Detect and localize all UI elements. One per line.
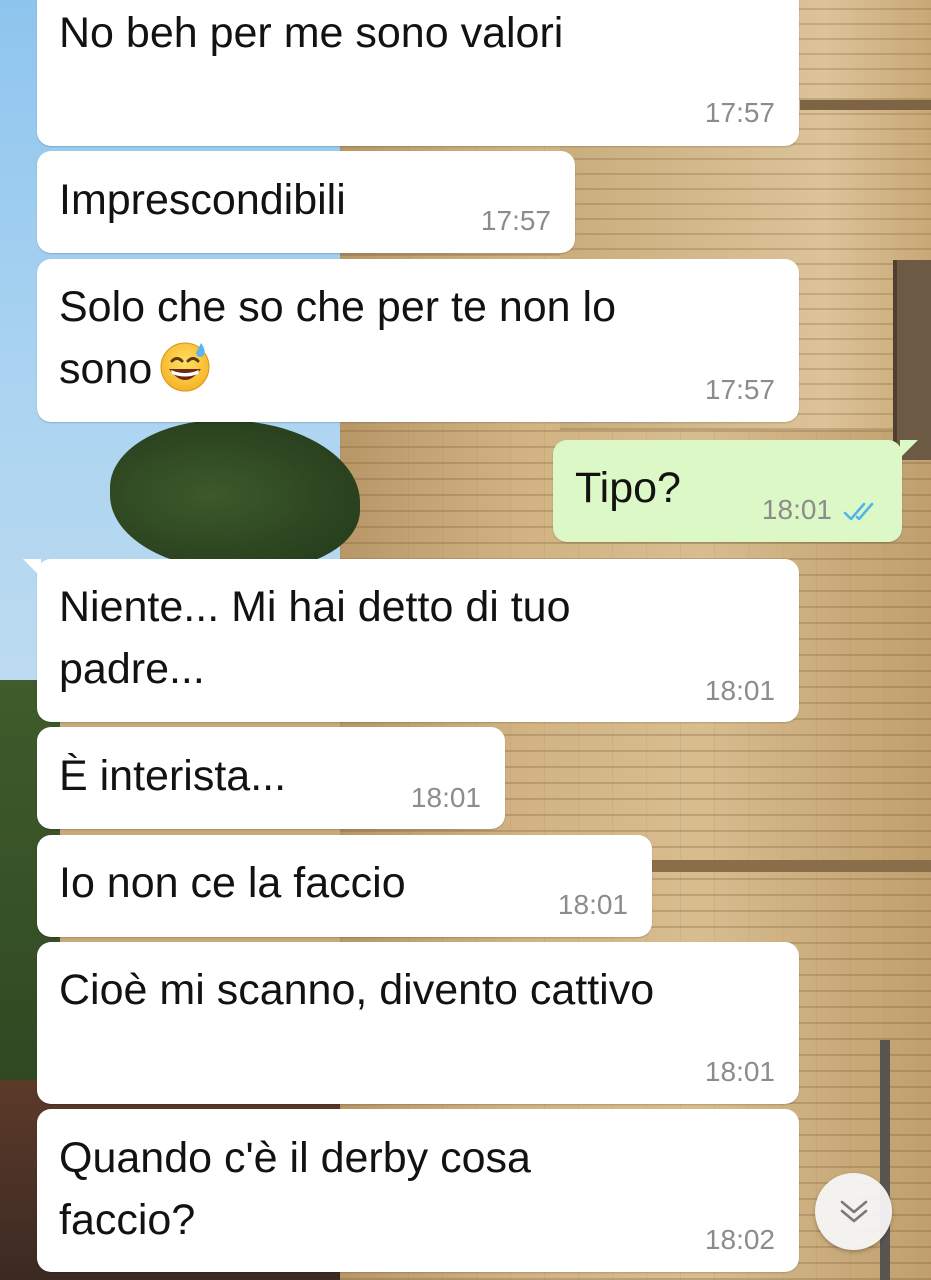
message-text: Cioè mi scanno, divento cattivo bbox=[59, 966, 655, 1014]
message-bubble-outgoing[interactable]: Tipo? 18:01 bbox=[553, 440, 918, 542]
scroll-to-bottom-button[interactable] bbox=[815, 1173, 892, 1250]
message-status: 18:01 bbox=[762, 494, 882, 526]
message-text: Tipo? bbox=[575, 464, 681, 512]
message-text: No beh per me sono valori bbox=[59, 9, 564, 57]
message-bubble-incoming[interactable]: Niente... Mi hai detto di tuo padre... 1… bbox=[23, 559, 799, 722]
message-text: Solo che so che per te non lo sono bbox=[59, 276, 616, 400]
double-chevron-down-icon bbox=[840, 1200, 867, 1222]
message-bubble-incoming[interactable]: Imprescondibili 17:57 bbox=[37, 151, 575, 253]
grinning-face-with-sweat-icon bbox=[160, 342, 210, 392]
message-time: 17:57 bbox=[480, 205, 551, 236]
message-text: È interista... bbox=[59, 752, 287, 800]
bubble-tail bbox=[900, 440, 918, 458]
message-time: 18:01 bbox=[704, 1056, 775, 1087]
message-bubble-incoming[interactable]: Cioè mi scanno, divento cattivo 18:01 bbox=[37, 942, 799, 1104]
message-bubble-incoming[interactable]: Io non ce la faccio 18:01 bbox=[37, 835, 652, 937]
message-bubble-incoming[interactable]: Quando c'è il derby cosa faccio? 18:02 bbox=[37, 1109, 799, 1272]
bubble-tail bbox=[23, 559, 41, 577]
read-double-check-icon bbox=[843, 502, 874, 520]
message-time: 18:01 bbox=[704, 675, 775, 706]
message-time: 18:01 bbox=[761, 494, 832, 525]
message-time: 17:57 bbox=[704, 97, 775, 128]
message-bubble-incoming[interactable]: È interista... 18:01 bbox=[37, 727, 505, 829]
message-time: 18:01 bbox=[557, 889, 628, 920]
message-time: 18:02 bbox=[704, 1224, 775, 1255]
message-bubble-incoming[interactable]: Solo che so che per te non lo sono 17:57 bbox=[37, 259, 799, 422]
message-text: Niente... Mi hai detto di tuo padre... bbox=[59, 583, 571, 693]
message-text: Imprescondibili bbox=[59, 176, 346, 224]
message-text: Io non ce la faccio bbox=[59, 859, 406, 907]
message-text: Quando c'è il derby cosa faccio? bbox=[59, 1134, 531, 1244]
message-bubble-incoming[interactable]: No beh per me sono valori 17:57 bbox=[37, 0, 799, 146]
message-time: 17:57 bbox=[704, 374, 775, 405]
message-time: 18:01 bbox=[410, 782, 481, 813]
message-text-content: Solo che so che per te non lo sono bbox=[59, 283, 616, 393]
message-list[interactable]: No beh per me sono valori 17:57 Impresco… bbox=[0, 0, 931, 1280]
